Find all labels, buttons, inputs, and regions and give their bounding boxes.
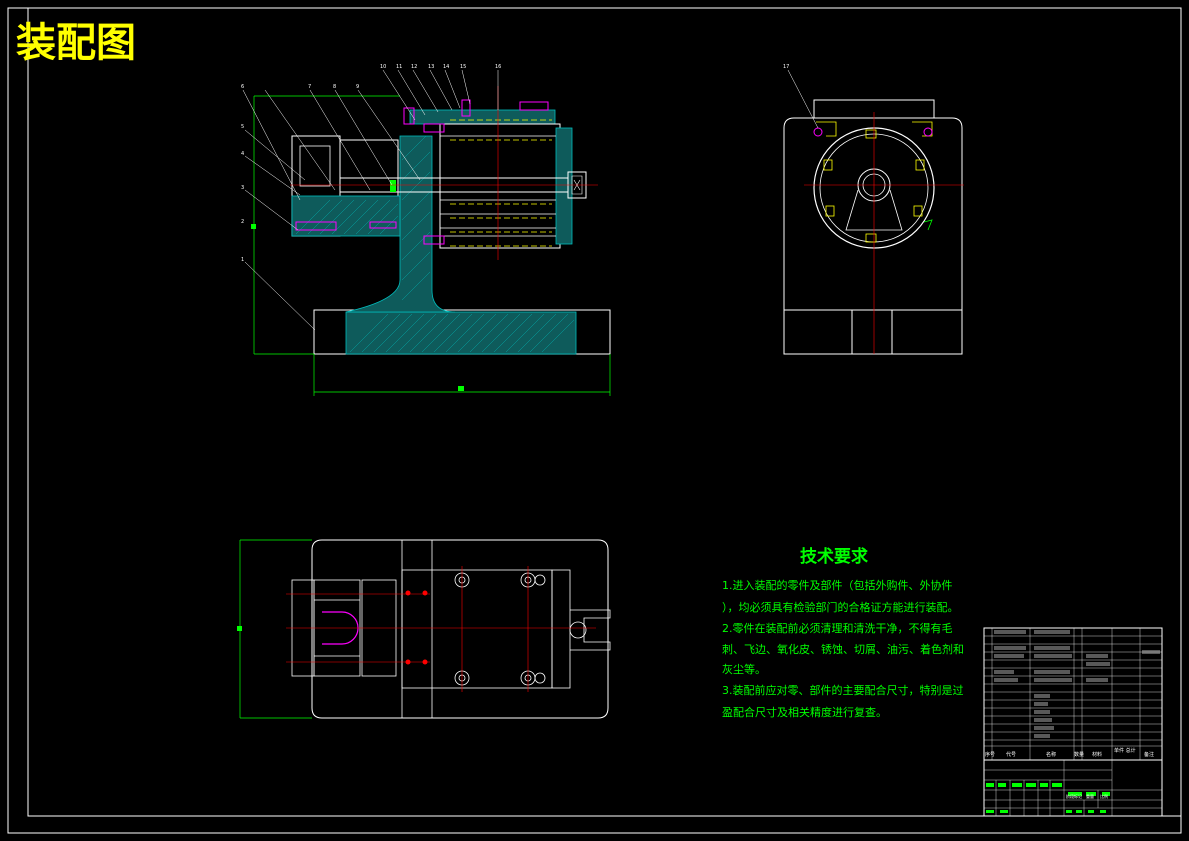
balloon-14: 14 bbox=[443, 64, 449, 70]
title-block-frame bbox=[983, 759, 1163, 817]
dim-marker-left bbox=[251, 224, 256, 229]
sheet-inner-border bbox=[27, 7, 1182, 817]
front-section-view: 10 11 12 13 14 15 16 6 5 4 3 2 1 7 8 9 bbox=[241, 64, 611, 396]
top-internal-lines bbox=[291, 540, 611, 718]
top-view bbox=[237, 539, 611, 719]
tech-req-line-1: 1.进入装配的零件及部件（包括外购件、外协件 bbox=[722, 578, 953, 592]
sheet-outer-border bbox=[7, 7, 1182, 834]
dim-marker-bottom bbox=[458, 386, 464, 391]
footer-weight: 重量 bbox=[1086, 793, 1094, 799]
title-block-grid bbox=[984, 760, 1162, 816]
col-header-code: 代号 bbox=[1006, 751, 1016, 758]
col-header-seq: 序号 bbox=[985, 751, 995, 758]
top-base-outline bbox=[311, 539, 609, 719]
top-pins bbox=[405, 590, 428, 665]
side-bolt-left bbox=[813, 127, 823, 137]
side-centerlines bbox=[804, 112, 964, 354]
side-leader-17 bbox=[787, 69, 819, 129]
side-view: 17 bbox=[783, 64, 964, 355]
side-slot bbox=[851, 309, 893, 355]
footer-stage-mark: 阶段标记 bbox=[1066, 793, 1082, 799]
col-header-weight: 单件 总计 bbox=[1114, 747, 1136, 754]
balloon-6: 6 bbox=[241, 84, 244, 90]
tech-req-line-5: 灰尘等。 bbox=[722, 662, 766, 676]
balloon-12: 12 bbox=[411, 64, 417, 70]
side-bolt-right bbox=[923, 127, 933, 137]
balloon-13: 13 bbox=[428, 64, 434, 70]
left-flange-inner bbox=[299, 145, 331, 187]
top-clamp-plate bbox=[409, 109, 556, 125]
balloon-7: 7 bbox=[308, 84, 311, 90]
cylinder-body bbox=[439, 123, 561, 249]
tech-req-line-6: 3.装配前应对零、部件的主要配合尺寸，特别是过 bbox=[722, 683, 964, 697]
side-spring-mark bbox=[923, 219, 933, 231]
balloon-4: 4 bbox=[241, 151, 244, 157]
col-header-name: 名称 bbox=[1046, 751, 1056, 758]
col-header-material: 材料 bbox=[1092, 751, 1102, 758]
assembly-drawing-sheet: 装配图 10 11 12 13 14 15 16 6 5 4 3 2 1 7 8… bbox=[7, 7, 1182, 834]
hidden-lines bbox=[450, 119, 552, 247]
top-dimensions bbox=[239, 539, 312, 719]
side-body-outline bbox=[783, 117, 963, 355]
tech-req-line-4: 刺、飞边、氧化皮、锈蚀、切屑、油污、着色剂和 bbox=[722, 642, 964, 656]
tech-req-line-3: 2.零件在装配前必须清理和清洗干净，不得有毛 bbox=[722, 621, 953, 635]
top-bolts bbox=[454, 572, 587, 686]
cylinder-right-cap bbox=[555, 127, 573, 245]
tech-req-line-7: 盈配合尺寸及相关精度进行复查。 bbox=[722, 705, 887, 719]
balloon-1: 1 bbox=[241, 257, 244, 263]
balloon-3: 3 bbox=[241, 185, 244, 191]
tech-req-line-2: ），均必须具有检验部门的合格证方能进行装配。 bbox=[722, 600, 959, 614]
balloon-8: 8 bbox=[333, 84, 336, 90]
balloon-11: 11 bbox=[396, 64, 402, 70]
footer-scale: 比例 bbox=[1100, 793, 1108, 799]
balloon-9: 9 bbox=[356, 84, 359, 90]
balloon-15: 15 bbox=[460, 64, 466, 70]
col-header-notes: 备注 bbox=[1144, 751, 1154, 758]
balloon-5: 5 bbox=[241, 124, 244, 130]
drawing-title: 装配图 bbox=[16, 20, 136, 66]
balloon-2: 2 bbox=[241, 219, 244, 225]
title-block: 序号 代号 名称 数量 材料 单件 总计 备注 阶段标记 重量 比例 bbox=[983, 627, 1163, 817]
base-hatch bbox=[345, 311, 577, 355]
balloon-17: 17 bbox=[783, 64, 789, 70]
tech-req-title: 技术要求 bbox=[800, 546, 868, 567]
key-feature bbox=[390, 180, 396, 192]
technical-requirements: 技术要求 1.进入装配的零件及部件（包括外购件、外协件 ），均必须具有检验部门的… bbox=[722, 546, 964, 719]
col-header-qty: 数量 bbox=[1074, 751, 1084, 758]
balloon-10: 10 bbox=[380, 64, 386, 70]
top-centerlines bbox=[286, 566, 596, 692]
top-dim-marker bbox=[237, 626, 242, 631]
balloon-16: 16 bbox=[495, 64, 501, 70]
